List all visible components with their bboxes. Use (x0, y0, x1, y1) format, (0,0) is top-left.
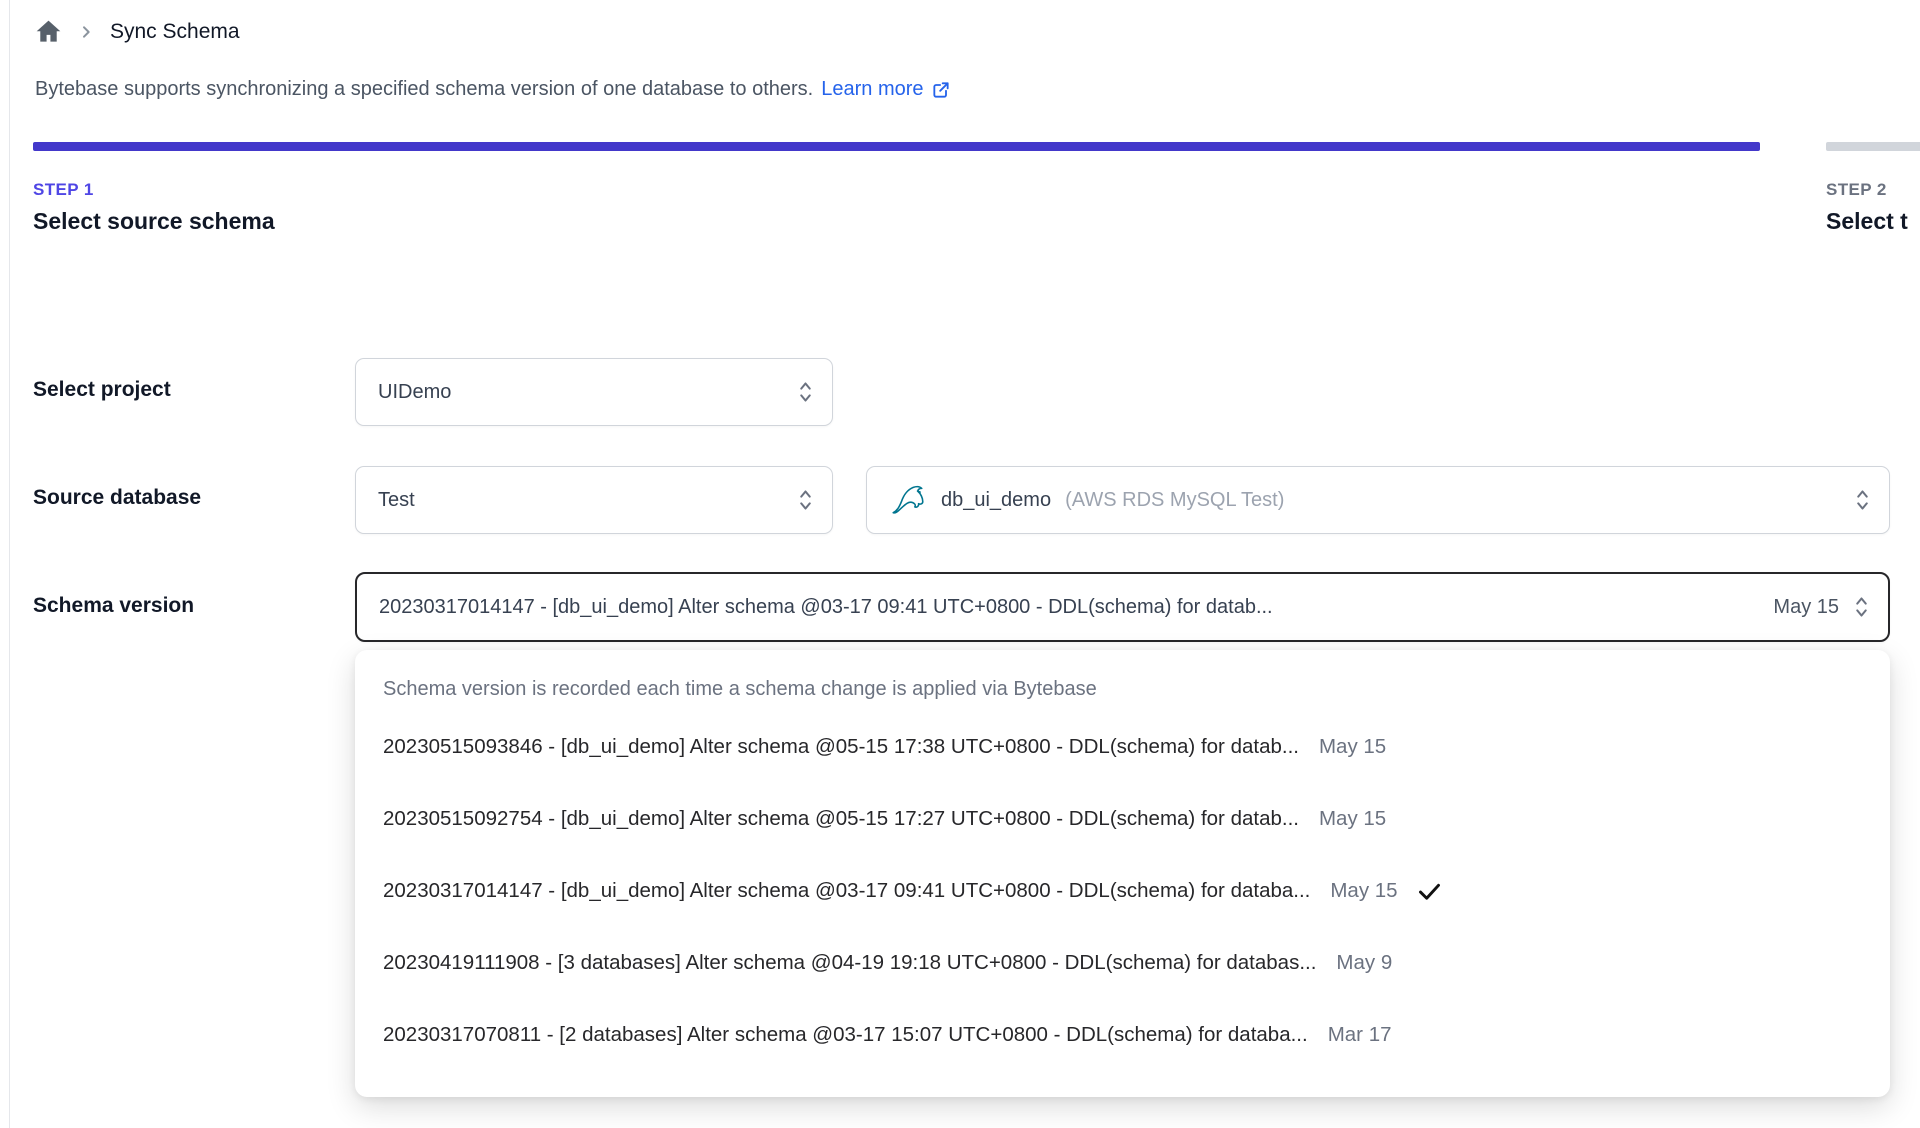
database-select[interactable]: db_ui_demo (AWS RDS MySQL Test) (866, 466, 1890, 534)
select-caret-icon (800, 382, 811, 402)
database-detail: (AWS RDS MySQL Test) (1065, 488, 1285, 511)
database-name: db_ui_demo (941, 488, 1052, 511)
select-caret-icon (1857, 490, 1868, 510)
select-project-label: Select project (33, 378, 171, 401)
option-text: 20230317070811 - [2 databases] Alter sch… (383, 1023, 1308, 1046)
source-database-label: Source database (33, 486, 202, 509)
schema-version-option-1[interactable]: 20230515093846 - [db_ui_demo] Alter sche… (355, 711, 1890, 783)
project-select-value: UIDemo (378, 380, 452, 403)
chevron-right-icon (83, 25, 90, 38)
step-2: STEP 2 Select t (1826, 180, 1908, 235)
step-1-label: STEP 1 (33, 180, 94, 199)
page-title: Sync Schema (110, 19, 240, 43)
left-divider (9, 0, 10, 1128)
environment-select[interactable]: Test (355, 466, 833, 534)
schema-version-date: May 15 (1773, 595, 1839, 618)
schema-version-dropdown: Schema version is recorded each time a s… (355, 650, 1890, 1097)
schema-version-label: Schema version (33, 594, 195, 617)
schema-version-option-3[interactable]: 20230317014147 - [db_ui_demo] Alter sche… (355, 855, 1890, 927)
option-text: 20230317014147 - [db_ui_demo] Alter sche… (383, 879, 1311, 902)
external-link-icon (932, 81, 949, 98)
intro-line: Bytebase supports synchronizing a specif… (35, 78, 951, 101)
schema-version-select[interactable]: 20230317014147 - [db_ui_demo] Alter sche… (355, 572, 1890, 642)
step-2-label: STEP 2 (1826, 180, 1887, 199)
intro-text: Bytebase supports synchronizing a specif… (35, 78, 814, 100)
sync-schema-page: Sync Schema Bytebase supports synchroniz… (0, 0, 1920, 1128)
option-date: Mar 17 (1327, 1023, 1392, 1046)
breadcrumb: Sync Schema (35, 18, 240, 45)
step-1: STEP 1 Select source schema (33, 180, 275, 235)
schema-version-value: 20230317014147 - [db_ui_demo] Alter sche… (379, 595, 1273, 618)
step-2-title: Select t (1826, 208, 1908, 234)
option-text: 20230419111908 - [3 databases] Alter sch… (383, 951, 1317, 974)
select-caret-icon (1856, 597, 1867, 617)
select-caret-icon (800, 490, 811, 510)
schema-version-option-2[interactable]: 20230515092754 - [db_ui_demo] Alter sche… (355, 783, 1890, 855)
step-1-title: Select source schema (33, 208, 275, 234)
mysql-dolphin-icon (892, 485, 924, 514)
step1-progress-bar (33, 142, 1760, 151)
check-icon (1418, 883, 1440, 900)
option-text: 20230515092754 - [db_ui_demo] Alter sche… (383, 807, 1299, 830)
option-text: 20230515093846 - [db_ui_demo] Alter sche… (383, 735, 1299, 758)
option-date: May 15 (1318, 807, 1387, 830)
option-date: May 15 (1318, 735, 1387, 758)
project-select[interactable]: UIDemo (355, 358, 833, 426)
step2-progress-bar (1826, 142, 1920, 151)
environment-select-value: Test (378, 488, 415, 511)
home-icon[interactable] (35, 18, 62, 45)
learn-more-link[interactable]: Learn more (821, 78, 950, 101)
option-date: May 15 (1330, 879, 1398, 902)
schema-version-option-4[interactable]: 20230419111908 - [3 databases] Alter sch… (355, 927, 1890, 999)
option-date: May 9 (1336, 951, 1393, 974)
dropdown-hint: Schema version is recorded each time a s… (383, 678, 1097, 700)
schema-version-option-5[interactable]: 20230317070811 - [2 databases] Alter sch… (355, 999, 1890, 1071)
